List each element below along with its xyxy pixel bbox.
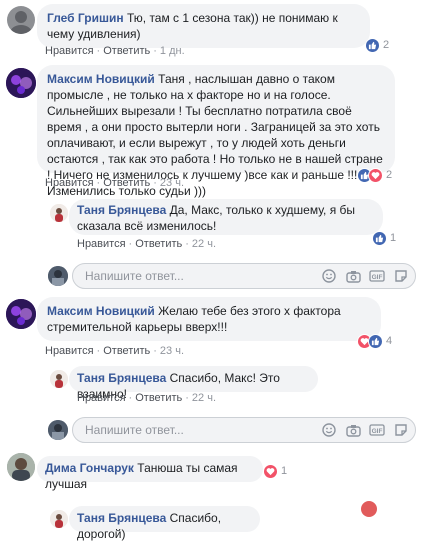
reply-actions: Нравится · Ответить · 22 ч. [77,392,217,404]
reply-bubble: Таня Брянцева Да, Макс, только к худшему… [69,199,383,235]
stage-lights-photo-icon [6,299,36,329]
person-photo-icon [50,370,68,388]
camera-icon[interactable] [345,268,361,284]
reaction-count: 4 [386,335,393,347]
reply-placeholder: Напишите ответ... [85,269,184,283]
like-link[interactable]: Нравится [45,177,94,189]
reaction-count: 1 [281,465,288,477]
reply-input[interactable]: Напишите ответ... GIF [72,417,416,443]
reaction-count: 2 [386,169,393,181]
like-reaction-icon [372,230,387,246]
svg-text:GIF: GIF [372,428,383,435]
current-user-avatar [48,266,68,286]
love-reaction-icon [263,463,278,479]
gif-icon[interactable]: GIF [369,422,385,438]
comment-actions: Нравится · Ответить · 1 дн. [45,45,185,57]
reply-link[interactable]: Ответить [135,238,182,250]
comment-bubble: Максим Новицкий Таня , наслышан давно о … [37,65,395,198]
reaction-count: 2 [383,39,390,51]
comment-author[interactable]: Дима Гончарук [45,461,134,475]
avatar-maxim[interactable] [6,68,36,98]
gif-icon[interactable]: GIF [369,268,385,284]
avatar-tanya[interactable] [50,204,68,222]
reply-link[interactable]: Ответить [103,45,150,57]
avatar-tanya[interactable] [50,370,68,388]
user-photo-icon [48,420,68,440]
comment-actions: Нравится · Ответить · 23 ч. [45,177,185,189]
reaction-summary[interactable]: 4 [357,332,392,350]
reply-actions: Нравится · Ответить · 22 ч. [77,238,217,250]
reaction-summary[interactable]: 2 [357,166,392,184]
reaction-count: 1 [390,232,397,244]
timestamp[interactable]: 22 ч. [192,238,216,250]
person-photo-icon [7,453,35,481]
person-silhouette-icon [10,11,32,34]
reply-bubble: Таня Брянцева Спасибо, дорогой) [69,506,260,541]
comment-bubble: Глеб Гришин Тю, там с 1 сезона так)) не … [37,4,370,48]
comment-author[interactable]: Таня Брянцева [77,203,166,217]
avatar-gleb[interactable] [7,6,35,34]
timestamp[interactable]: 23 ч. [160,177,184,189]
reply-input[interactable]: Напишите ответ... GIF [72,263,416,289]
avatar-tanya[interactable] [50,510,68,528]
timestamp[interactable]: 22 ч. [192,392,216,404]
reaction-summary[interactable]: 1 [372,229,396,247]
sticker-icon[interactable] [393,268,409,284]
like-link[interactable]: Нравится [77,392,126,404]
comment-author[interactable]: Максим Новицкий [47,304,155,318]
emoji-icon[interactable] [321,422,337,438]
sticker-icon[interactable] [393,422,409,438]
like-link[interactable]: Нравится [77,238,126,250]
person-photo-icon [50,510,68,528]
comment-author[interactable]: Максим Новицкий [47,72,155,86]
like-reaction-icon [368,333,383,349]
timestamp[interactable]: 23 ч. [160,345,184,357]
reply-placeholder: Напишите ответ... [85,423,184,437]
camera-icon[interactable] [345,422,361,438]
like-reaction-icon [365,37,380,53]
reply-link[interactable]: Ответить [103,345,150,357]
reply-link[interactable]: Ответить [103,177,150,189]
reaction-summary[interactable]: 2 [365,36,389,54]
avatar-dima[interactable] [7,453,35,481]
current-user-avatar [48,420,68,440]
comment-author[interactable]: Таня Брянцева [77,371,166,385]
reaction-summary[interactable]: 1 [263,462,287,480]
person-photo-icon [50,204,68,222]
emoji-icon[interactable] [321,268,337,284]
like-link[interactable]: Нравится [45,45,94,57]
comment-author[interactable]: Таня Брянцева [77,511,166,525]
comment-author[interactable]: Глеб Гришин [47,11,124,25]
like-link[interactable]: Нравится [45,345,94,357]
comment-bubble: Дима Гончарук Танюша ты самая лучшая [37,456,263,491]
reply-link[interactable]: Ответить [135,392,182,404]
record-indicator-dot [361,501,377,517]
user-photo-icon [48,266,68,286]
avatar-maxim[interactable] [6,299,36,329]
svg-text:GIF: GIF [372,274,383,281]
reply-bubble: Таня Брянцева Спасибо, Макс! Это взаимно… [69,366,318,401]
timestamp[interactable]: 1 дн. [160,45,185,57]
comment-actions: Нравится · Ответить · 23 ч. [45,345,185,357]
love-reaction-icon [368,167,383,183]
stage-lights-photo-icon [6,68,36,98]
comment-bubble: Максим Новицкий Желаю тебе без этого х ф… [37,297,381,341]
